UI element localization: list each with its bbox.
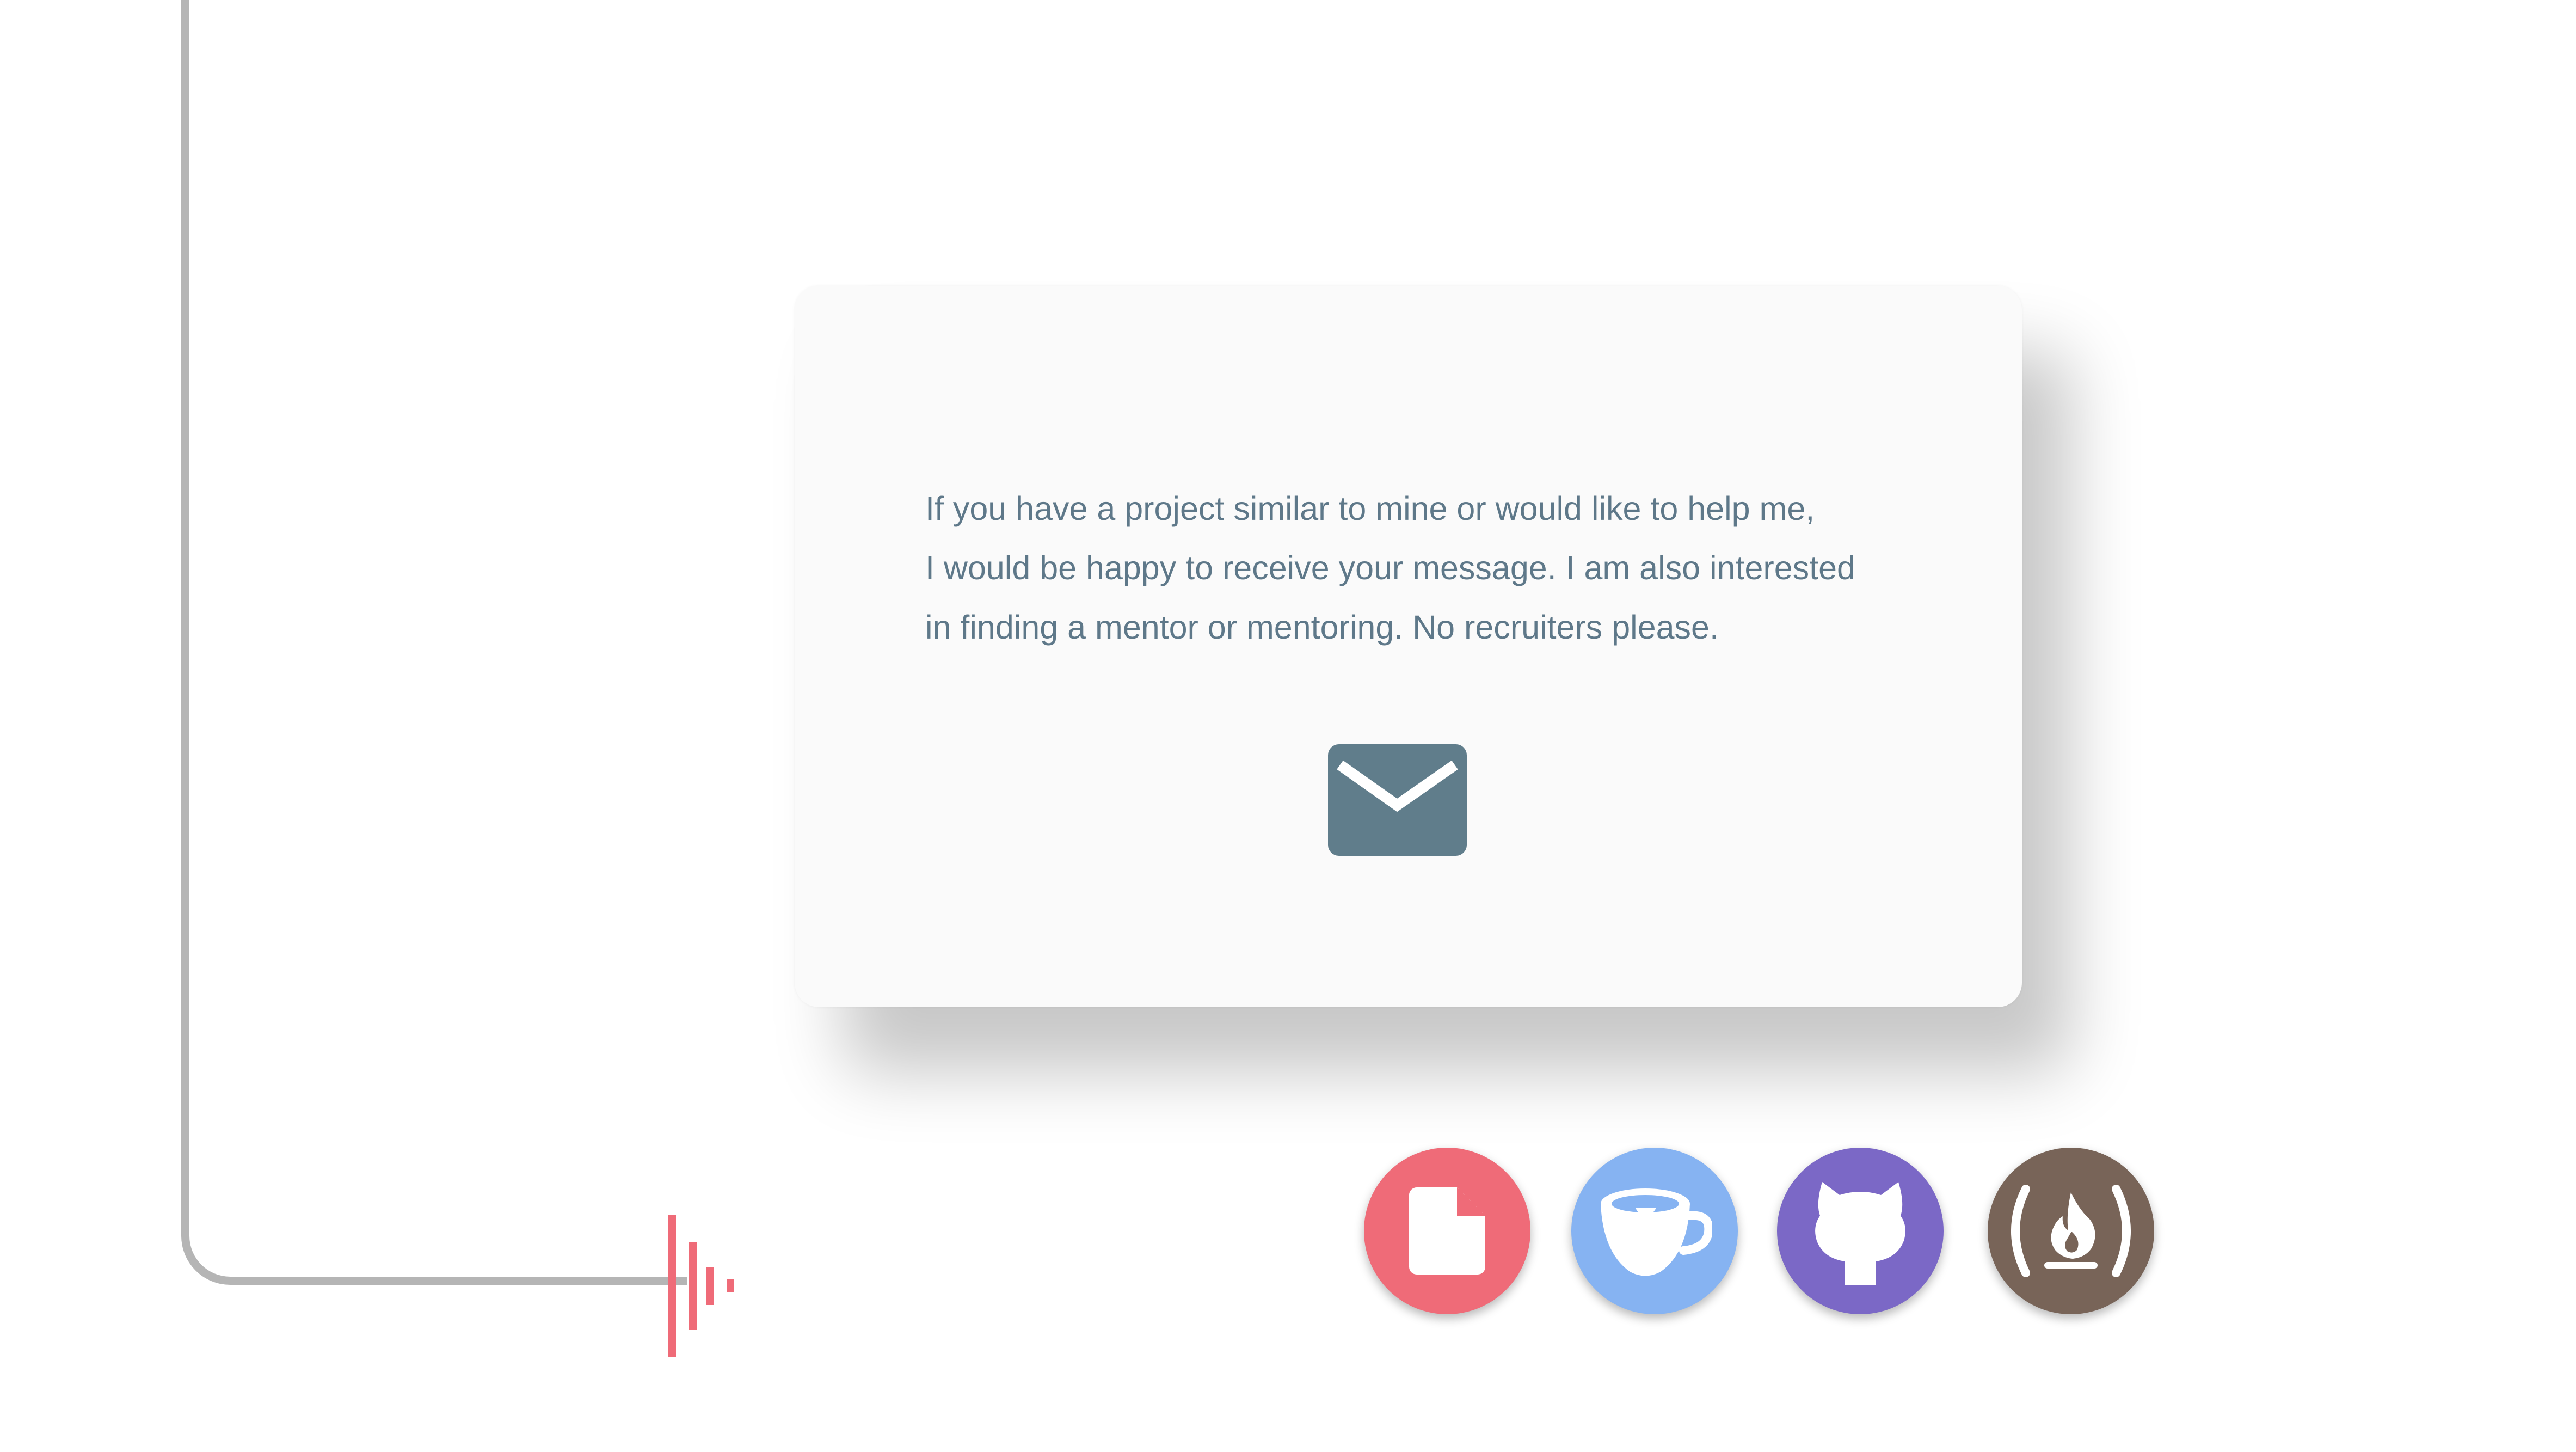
freecodecamp-icon [2011, 1185, 2131, 1277]
contact-message: If you have a project similar to mine or… [925, 490, 1855, 646]
contact-card: If you have a project similar to mine or… [795, 286, 2022, 1007]
github-link[interactable] [1777, 1148, 1944, 1314]
envelope-icon [1328, 744, 1467, 856]
freecodecamp-link[interactable] [1988, 1148, 2154, 1314]
buy-me-coffee-link[interactable] [1571, 1148, 1738, 1314]
coffee-cup-icon [1601, 1188, 1712, 1276]
contact-page: If you have a project similar to mine or… [0, 0, 2576, 1452]
timeline-connector-line [181, 0, 687, 1285]
email-button[interactable] [1328, 744, 1467, 856]
signal-bars-icon [668, 1215, 734, 1357]
resume-link[interactable] [1364, 1148, 1530, 1314]
github-octocat-icon [1815, 1182, 1905, 1285]
resume-document-icon [1409, 1187, 1485, 1275]
